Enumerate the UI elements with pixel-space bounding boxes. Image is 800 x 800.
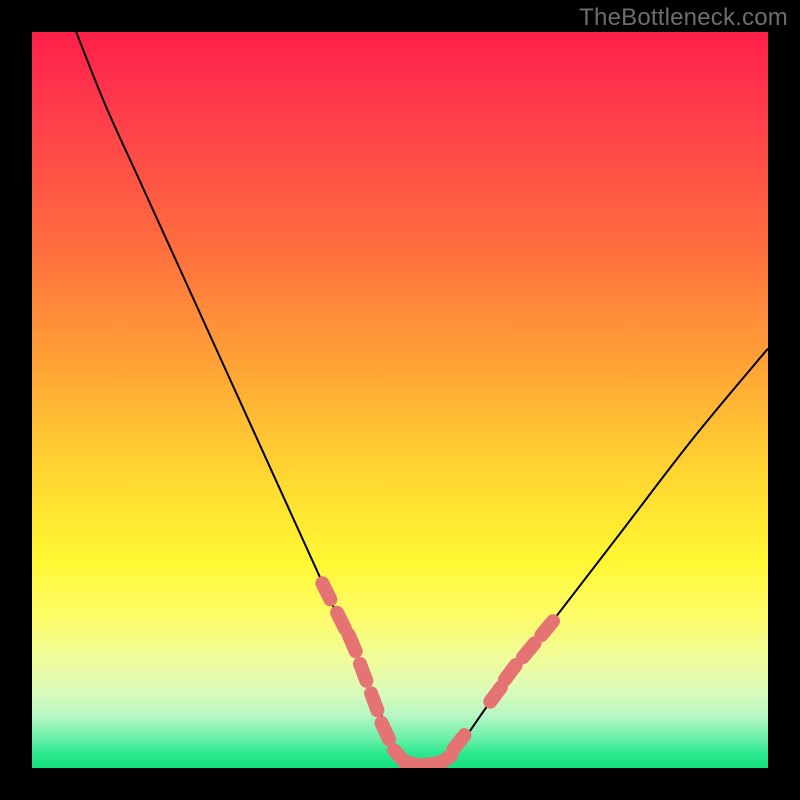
- chart-plot-area: [32, 32, 768, 768]
- highlighted-point: [437, 755, 451, 766]
- highlighted-point: [541, 621, 553, 635]
- highlighted-point: [505, 665, 516, 679]
- highlighted-point: [490, 687, 501, 701]
- highlighted-point: [322, 583, 330, 599]
- bottleneck-curve-line: [76, 32, 768, 768]
- highlighted-point: [382, 723, 390, 739]
- highlighted-point: [337, 613, 345, 629]
- watermark-text: TheBottleneck.com: [579, 4, 788, 32]
- highlighted-point: [360, 664, 366, 681]
- chart-frame: TheBottleneck.com: [0, 0, 800, 800]
- highlighted-point: [371, 693, 377, 710]
- highlighted-point: [349, 635, 356, 652]
- chart-svg: [32, 32, 768, 768]
- highlighted-point: [453, 735, 464, 749]
- curve-path: [76, 32, 768, 768]
- highlighted-point: [523, 643, 535, 657]
- highlighted-points-group: [322, 583, 553, 766]
